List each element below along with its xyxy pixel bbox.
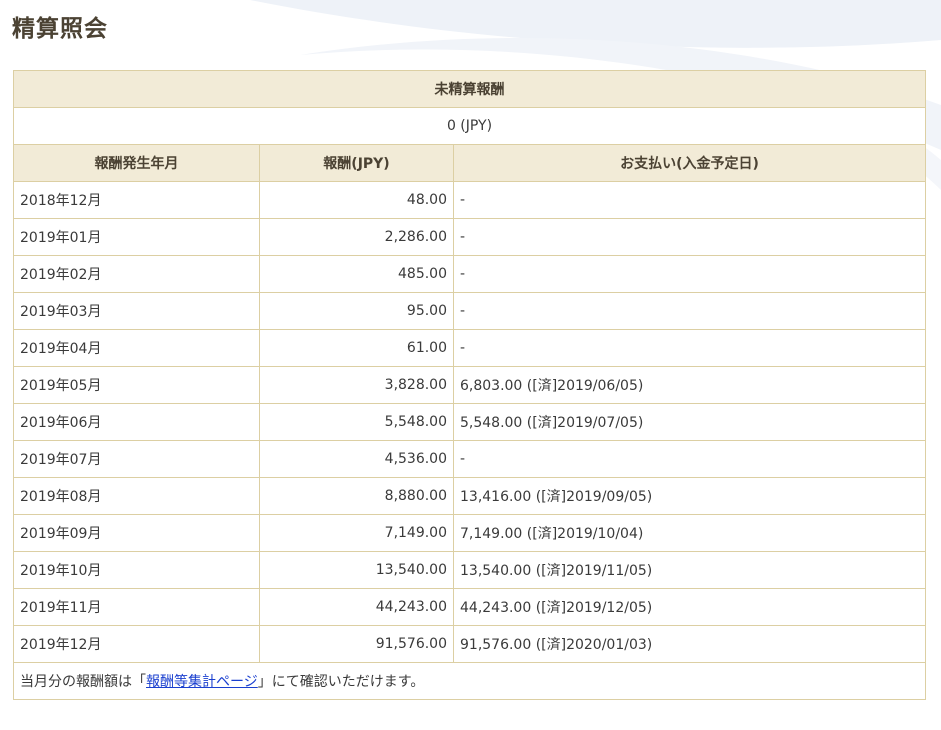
settlement-table: 未精算報酬 0 (JPY) 報酬発生年月 報酬(JPY) お支払い(入金予定日)… bbox=[12, 70, 927, 700]
reward-month-cell: 2019年10月 bbox=[13, 551, 260, 589]
reward-amount-cell: 5,548.00 bbox=[259, 403, 454, 441]
table-row: 2019年09月 7,149.00 7,149.00 ([済]2019/10/04) bbox=[13, 514, 927, 552]
payment-cell: - bbox=[452, 218, 927, 256]
reward-month-cell: 2019年04月 bbox=[13, 329, 260, 367]
table-row: 2019年08月 8,880.00 13,416.00 ([済]2019/09/05… bbox=[13, 477, 927, 515]
reward-amount-cell: 4,536.00 bbox=[259, 440, 454, 478]
payment-cell: 6,803.00 ([済]2019/06/05) bbox=[452, 366, 927, 404]
reward-amount-cell: 44,243.00 bbox=[259, 588, 454, 626]
footer-row: 当月分の報酬額は「報酬等集計ページ」にて確認いただけます。 bbox=[12, 662, 927, 700]
payment-cell: 7,149.00 ([済]2019/10/04) bbox=[452, 514, 927, 552]
footer-note: 当月分の報酬額は「報酬等集計ページ」にて確認いただけます。 bbox=[12, 662, 927, 700]
reward-amount-cell: 95.00 bbox=[259, 292, 454, 330]
table-row: 2019年03月 95.00- bbox=[13, 292, 927, 330]
reward-month-cell: 2019年01月 bbox=[13, 218, 260, 256]
reward-amount-cell: 7,149.00 bbox=[259, 514, 454, 552]
column-header-row: 報酬発生年月 報酬(JPY) お支払い(入金予定日) bbox=[13, 144, 927, 182]
payment-cell: - bbox=[452, 292, 927, 330]
reward-month-cell: 2019年03月 bbox=[13, 292, 260, 330]
footer-text-after: 」にて確認いただけます。 bbox=[257, 674, 425, 690]
table-row: 2019年10月 13,540.00 13,540.00 ([済]2019/11/0… bbox=[13, 551, 927, 589]
reward-month-cell: 2019年06月 bbox=[13, 403, 260, 441]
summary-header-row: 未精算報酬 bbox=[12, 70, 927, 108]
table-row: 2019年11月 44,243.00 44,243.00 ([済]2019/12/0… bbox=[13, 588, 927, 626]
payment-cell: - bbox=[452, 255, 927, 293]
reward-month-cell: 2018年12月 bbox=[13, 181, 260, 219]
reward-month-cell: 2019年02月 bbox=[13, 255, 260, 293]
payment-cell: 13,416.00 ([済]2019/09/05) bbox=[452, 477, 927, 515]
reward-month-cell: 2019年12月 bbox=[13, 625, 260, 663]
table-row: 2019年02月 485.00- bbox=[13, 255, 927, 293]
payment-cell: 13,540.00 ([済]2019/11/05) bbox=[452, 551, 927, 589]
payment-cell: 91,576.00 ([済]2020/01/03) bbox=[452, 625, 927, 663]
reward-amount-cell: 13,540.00 bbox=[259, 551, 454, 589]
table-row: 2019年05月 3,828.00 6,803.00 ([済]2019/06/05) bbox=[13, 366, 927, 404]
table-row: 2019年01月 2,286.00- bbox=[13, 218, 927, 256]
summary-value-row: 0 (JPY) bbox=[12, 107, 927, 145]
payment-cell: 5,548.00 ([済]2019/07/05) bbox=[452, 403, 927, 441]
table-row: 2019年12月 91,576.00 91,576.00 ([済]2020/01/0… bbox=[13, 625, 927, 663]
reward-month-cell: 2019年09月 bbox=[13, 514, 260, 552]
reward-amount-cell: 48.00 bbox=[259, 181, 454, 219]
table-row: 2019年04月 61.00- bbox=[13, 329, 927, 367]
page-title: 精算照会 bbox=[12, 16, 108, 42]
summary-header: 未精算報酬 bbox=[12, 70, 927, 108]
reward-month-cell: 2019年07月 bbox=[13, 440, 260, 478]
reward-amount-cell: 91,576.00 bbox=[259, 625, 454, 663]
unsettled-amount: 0 (JPY) bbox=[12, 107, 927, 145]
payment-cell: 44,243.00 ([済]2019/12/05) bbox=[452, 588, 927, 626]
reward-amount-cell: 2,286.00 bbox=[259, 218, 454, 256]
reward-month-cell: 2019年11月 bbox=[13, 588, 260, 626]
payment-cell: - bbox=[452, 329, 927, 367]
reward-amount-cell: 61.00 bbox=[259, 329, 454, 367]
column-header-payment: お支払い(入金予定日) bbox=[452, 144, 927, 182]
table-row: 2019年06月 5,548.00 5,548.00 ([済]2019/07/05) bbox=[13, 403, 927, 441]
table-row: 2018年12月 48.00- bbox=[13, 181, 927, 219]
column-header-month: 報酬発生年月 bbox=[13, 144, 260, 182]
column-header-reward: 報酬(JPY) bbox=[259, 144, 454, 182]
reward-month-cell: 2019年08月 bbox=[13, 477, 260, 515]
reward-amount-cell: 485.00 bbox=[259, 255, 454, 293]
payment-cell: - bbox=[452, 181, 927, 219]
table-row: 2019年07月 4,536.00- bbox=[13, 440, 927, 478]
footer-text-before: 当月分の報酬額は「 bbox=[20, 674, 146, 690]
payment-cell: - bbox=[452, 440, 927, 478]
reward-month-cell: 2019年05月 bbox=[13, 366, 260, 404]
reward-amount-cell: 3,828.00 bbox=[259, 366, 454, 404]
reward-amount-cell: 8,880.00 bbox=[259, 477, 454, 515]
reward-summary-link[interactable]: 報酬等集計ページ bbox=[146, 674, 258, 690]
